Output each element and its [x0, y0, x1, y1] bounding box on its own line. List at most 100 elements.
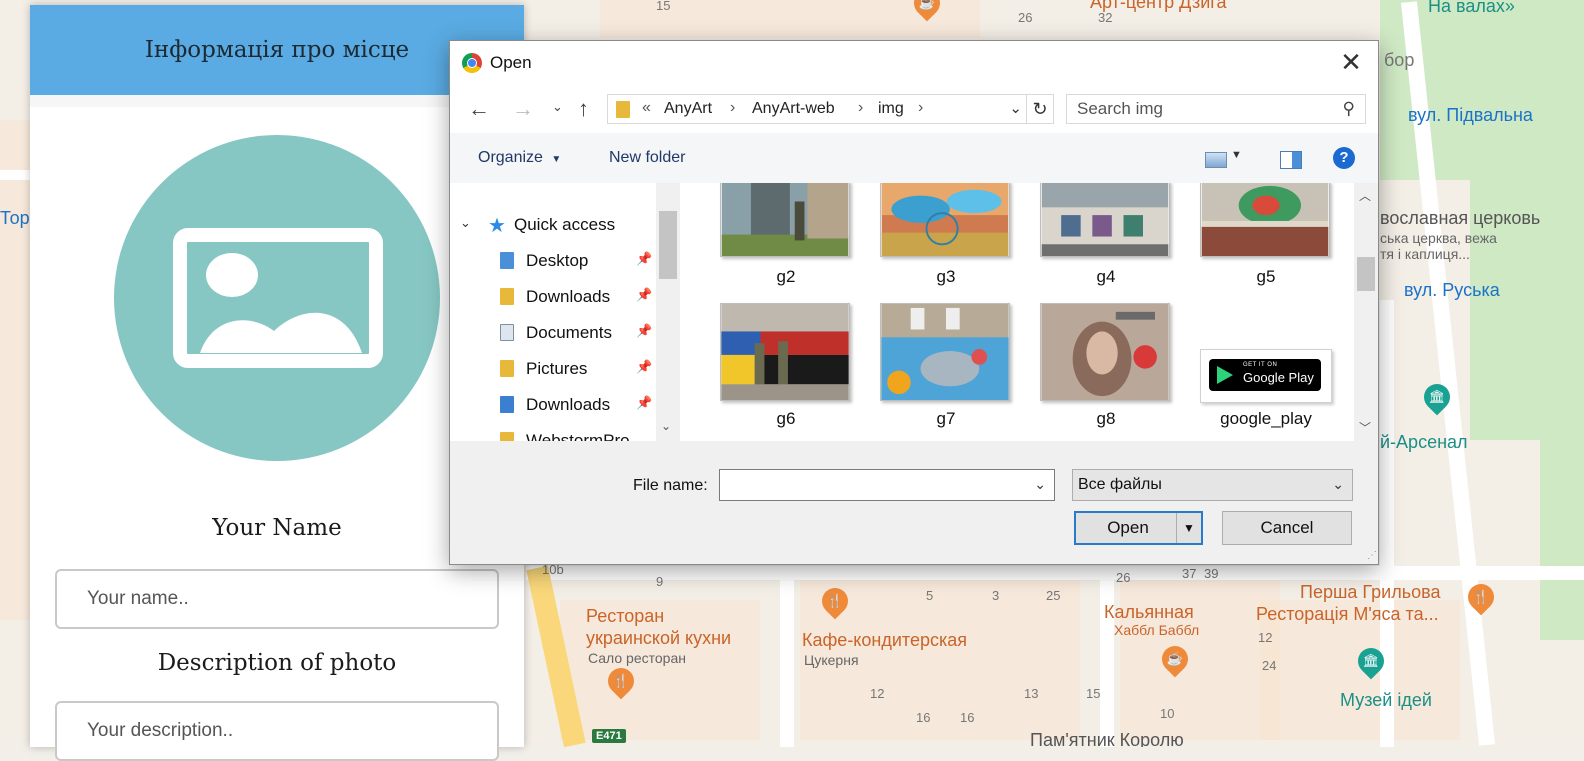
nav-item-webstorm[interactable]: WebstormPro: [500, 429, 652, 441]
file-item-g5[interactable]: g5: [1186, 183, 1346, 293]
file-item-google-play[interactable]: GET IT ON Google Play google_play: [1186, 303, 1346, 433]
pin-icon[interactable]: 📌: [636, 323, 652, 339]
map-label-tor[interactable]: Тор: [0, 208, 30, 229]
museum-pin-icon[interactable]: 🏛: [1352, 642, 1390, 680]
file-item-g6[interactable]: g6: [706, 303, 866, 433]
file-item-g3[interactable]: g3: [866, 183, 1026, 293]
new-folder-button[interactable]: New folder: [609, 149, 685, 167]
cafe-pin-icon[interactable]: ☕: [1156, 640, 1194, 678]
breadcrumb-chevron-icon[interactable]: ›: [730, 99, 735, 117]
open-options-dropdown-icon[interactable]: ▼: [1176, 513, 1201, 543]
nav-item-pictures[interactable]: Pictures 📌: [500, 357, 660, 383]
back-arrow-icon[interactable]: ←: [468, 96, 490, 122]
documents-icon: [500, 324, 514, 341]
map-label-tserkva[interactable]: ська церква, вежа: [1380, 230, 1497, 246]
scroll-down-arrow-icon[interactable]: ⌄: [661, 419, 671, 433]
nav-item-label: Desktop: [526, 251, 589, 270]
organize-menu[interactable]: Organize ▼: [478, 149, 561, 167]
nav-item-downloads[interactable]: Downloads 📌: [500, 285, 660, 311]
help-icon[interactable]: ?: [1333, 147, 1355, 169]
file-type-select[interactable]: Все файлы ⌄: [1072, 469, 1353, 501]
pin-icon[interactable]: 📌: [636, 395, 652, 411]
map-label-ukr-kukhni[interactable]: украинской кухни: [586, 628, 731, 649]
map-label-khabbl[interactable]: Хаббл Баббл: [1114, 622, 1199, 638]
file-item-g4[interactable]: g4: [1026, 183, 1186, 293]
navigation-scrollbar[interactable]: ⌄: [656, 183, 680, 441]
scrollbar-thumb[interactable]: [1357, 257, 1375, 291]
restaurant-pin-icon[interactable]: 🍴: [1462, 578, 1500, 616]
address-bar[interactable]: « AnyArt › AnyArt-web › img › ⌄: [607, 94, 1053, 124]
search-box[interactable]: Search img ⚲: [1066, 94, 1366, 124]
map-number: 26: [1116, 570, 1131, 585]
breadcrumb-overflow[interactable]: «: [642, 99, 651, 117]
open-button[interactable]: Open ▼: [1074, 511, 1203, 545]
breadcrumb-anyart-web[interactable]: AnyArt-web: [752, 100, 835, 118]
chevron-down-icon[interactable]: ⌄: [1332, 476, 1344, 493]
file-item-g8[interactable]: g8: [1026, 303, 1186, 433]
map-label-pershya[interactable]: Перша Грильова: [1300, 582, 1440, 603]
forward-arrow-icon[interactable]: →: [512, 96, 534, 122]
map-label-kaplytsia[interactable]: тя і каплиця...: [1380, 246, 1470, 262]
breadcrumb-chevron-icon[interactable]: ›: [918, 99, 923, 117]
scroll-up-arrow-icon[interactable]: ︿: [1359, 187, 1371, 204]
image-upload-placeholder[interactable]: [114, 135, 440, 461]
pin-icon[interactable]: 📌: [636, 287, 652, 303]
pin-icon[interactable]: 📌: [636, 359, 652, 375]
recent-locations-chevron-icon[interactable]: ⌄: [552, 99, 563, 115]
map-number: 32: [1098, 10, 1113, 25]
expand-chevron-icon[interactable]: ⌄: [460, 215, 471, 231]
restaurant-pin-icon[interactable]: 🍴: [602, 662, 640, 700]
breadcrumb-anyart[interactable]: AnyArt: [664, 100, 712, 118]
map-label-pamiatnyk[interactable]: Пам'ятник Королю: [1030, 730, 1184, 747]
nav-item-label: Pictures: [526, 359, 588, 378]
up-arrow-icon[interactable]: ↑: [578, 96, 589, 122]
map-label-salo[interactable]: Сало ресторан: [588, 650, 686, 666]
breadcrumb-img[interactable]: img: [878, 100, 904, 118]
panel-title: Інформація про місце: [144, 37, 410, 63]
file-item-g2[interactable]: g2: [706, 183, 866, 293]
change-view-icon[interactable]: [1205, 152, 1227, 168]
map-label-muzei[interactable]: Музей ідей: [1340, 690, 1432, 711]
map-label-restoratsia[interactable]: Ресторація М'яса та...: [1256, 604, 1439, 625]
file-name-input[interactable]: ⌄: [719, 469, 1055, 501]
preview-pane-icon[interactable]: [1280, 151, 1302, 169]
breadcrumb-chevron-icon[interactable]: ›: [858, 99, 863, 117]
pin-icon[interactable]: 📌: [636, 251, 652, 267]
dialog-titlebar[interactable]: Open ✕: [450, 41, 1378, 85]
nav-item-documents[interactable]: Documents 📌: [500, 321, 660, 347]
close-icon[interactable]: ✕: [1338, 49, 1364, 75]
map-label-na-valakh[interactable]: На валах»: [1428, 0, 1515, 17]
file-name: g6: [776, 409, 796, 428]
file-name: g2: [776, 267, 796, 286]
map-label-tsukernia[interactable]: Цукерня: [804, 652, 859, 668]
map-label-arsenal[interactable]: й-Арсенал: [1380, 432, 1468, 453]
file-item-g7[interactable]: g7: [866, 303, 1026, 433]
resize-grip-icon[interactable]: ⋰: [1367, 550, 1377, 561]
scrollbar-thumb[interactable]: [659, 211, 677, 279]
map-label-kalyannaya[interactable]: Кальянная: [1104, 602, 1194, 623]
chevron-down-icon[interactable]: ⌄: [1034, 476, 1046, 493]
map-label-restoran[interactable]: Ресторан: [586, 606, 664, 627]
scroll-down-arrow-icon[interactable]: ﹀: [1359, 419, 1371, 436]
restaurant-pin-icon[interactable]: 🍴: [816, 582, 854, 620]
desktop-folder-icon: [500, 252, 514, 269]
map-label-kafe[interactable]: Кафе-кондитерская: [802, 630, 967, 651]
cancel-button[interactable]: Cancel: [1222, 511, 1352, 545]
map-label-pravoslavna[interactable]: вославная церковь: [1380, 208, 1540, 229]
map-label-vul-ruska[interactable]: вул. Руська: [1404, 280, 1500, 301]
your-name-input[interactable]: [55, 569, 499, 629]
description-input[interactable]: [55, 701, 499, 761]
nav-item-downloads-2[interactable]: Downloads 📌: [500, 393, 660, 419]
file-list-scrollbar[interactable]: ︿ ﹀: [1354, 183, 1378, 441]
address-dropdown-icon[interactable]: ⌄: [1009, 99, 1022, 117]
search-icon[interactable]: ⚲: [1343, 99, 1355, 119]
quick-access-item[interactable]: ⌄ ★ Quick access: [458, 213, 658, 239]
file-list: g2 g3 g4 g5 g6 g7 g8 GET IT ON Google Pl…: [682, 183, 1354, 441]
map-number: 5: [926, 588, 934, 603]
map-label-vul-pidvalna[interactable]: вул. Підвальна: [1408, 105, 1533, 126]
map-label-sobor[interactable]: бор: [1384, 50, 1414, 71]
refresh-icon[interactable]: ↻: [1026, 94, 1054, 124]
view-options-dropdown-icon[interactable]: ▼: [1231, 149, 1242, 161]
nav-item-desktop[interactable]: Desktop 📌: [500, 249, 660, 275]
museum-pin-icon[interactable]: 🏛: [1418, 378, 1456, 416]
